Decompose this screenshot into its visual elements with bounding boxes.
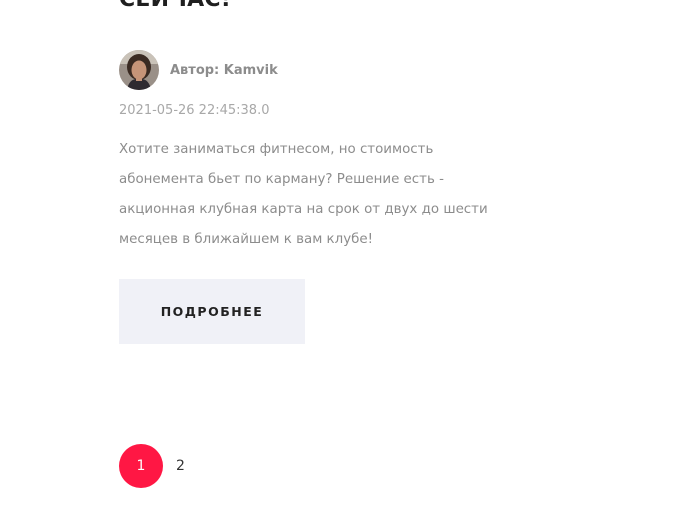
post-date: 2021-05-26 22:45:38.0 <box>119 103 270 118</box>
pagination-current-page[interactable]: 1 <box>119 444 163 488</box>
post-title[interactable]: СЕЙЧАС! <box>119 0 231 13</box>
read-more-button[interactable]: ПОДРОБНЕЕ <box>119 279 305 344</box>
avatar-image <box>119 50 159 90</box>
post-excerpt: Хотите заниматься фитнесом, но стоимость… <box>119 142 488 247</box>
author-avatar <box>119 50 159 90</box>
pagination-page-link[interactable]: 2 <box>176 458 185 474</box>
pagination: 1 2 <box>119 444 185 488</box>
author-name[interactable]: Автор: Kamvik <box>170 63 278 78</box>
author-row: Автор: Kamvik <box>119 50 278 90</box>
